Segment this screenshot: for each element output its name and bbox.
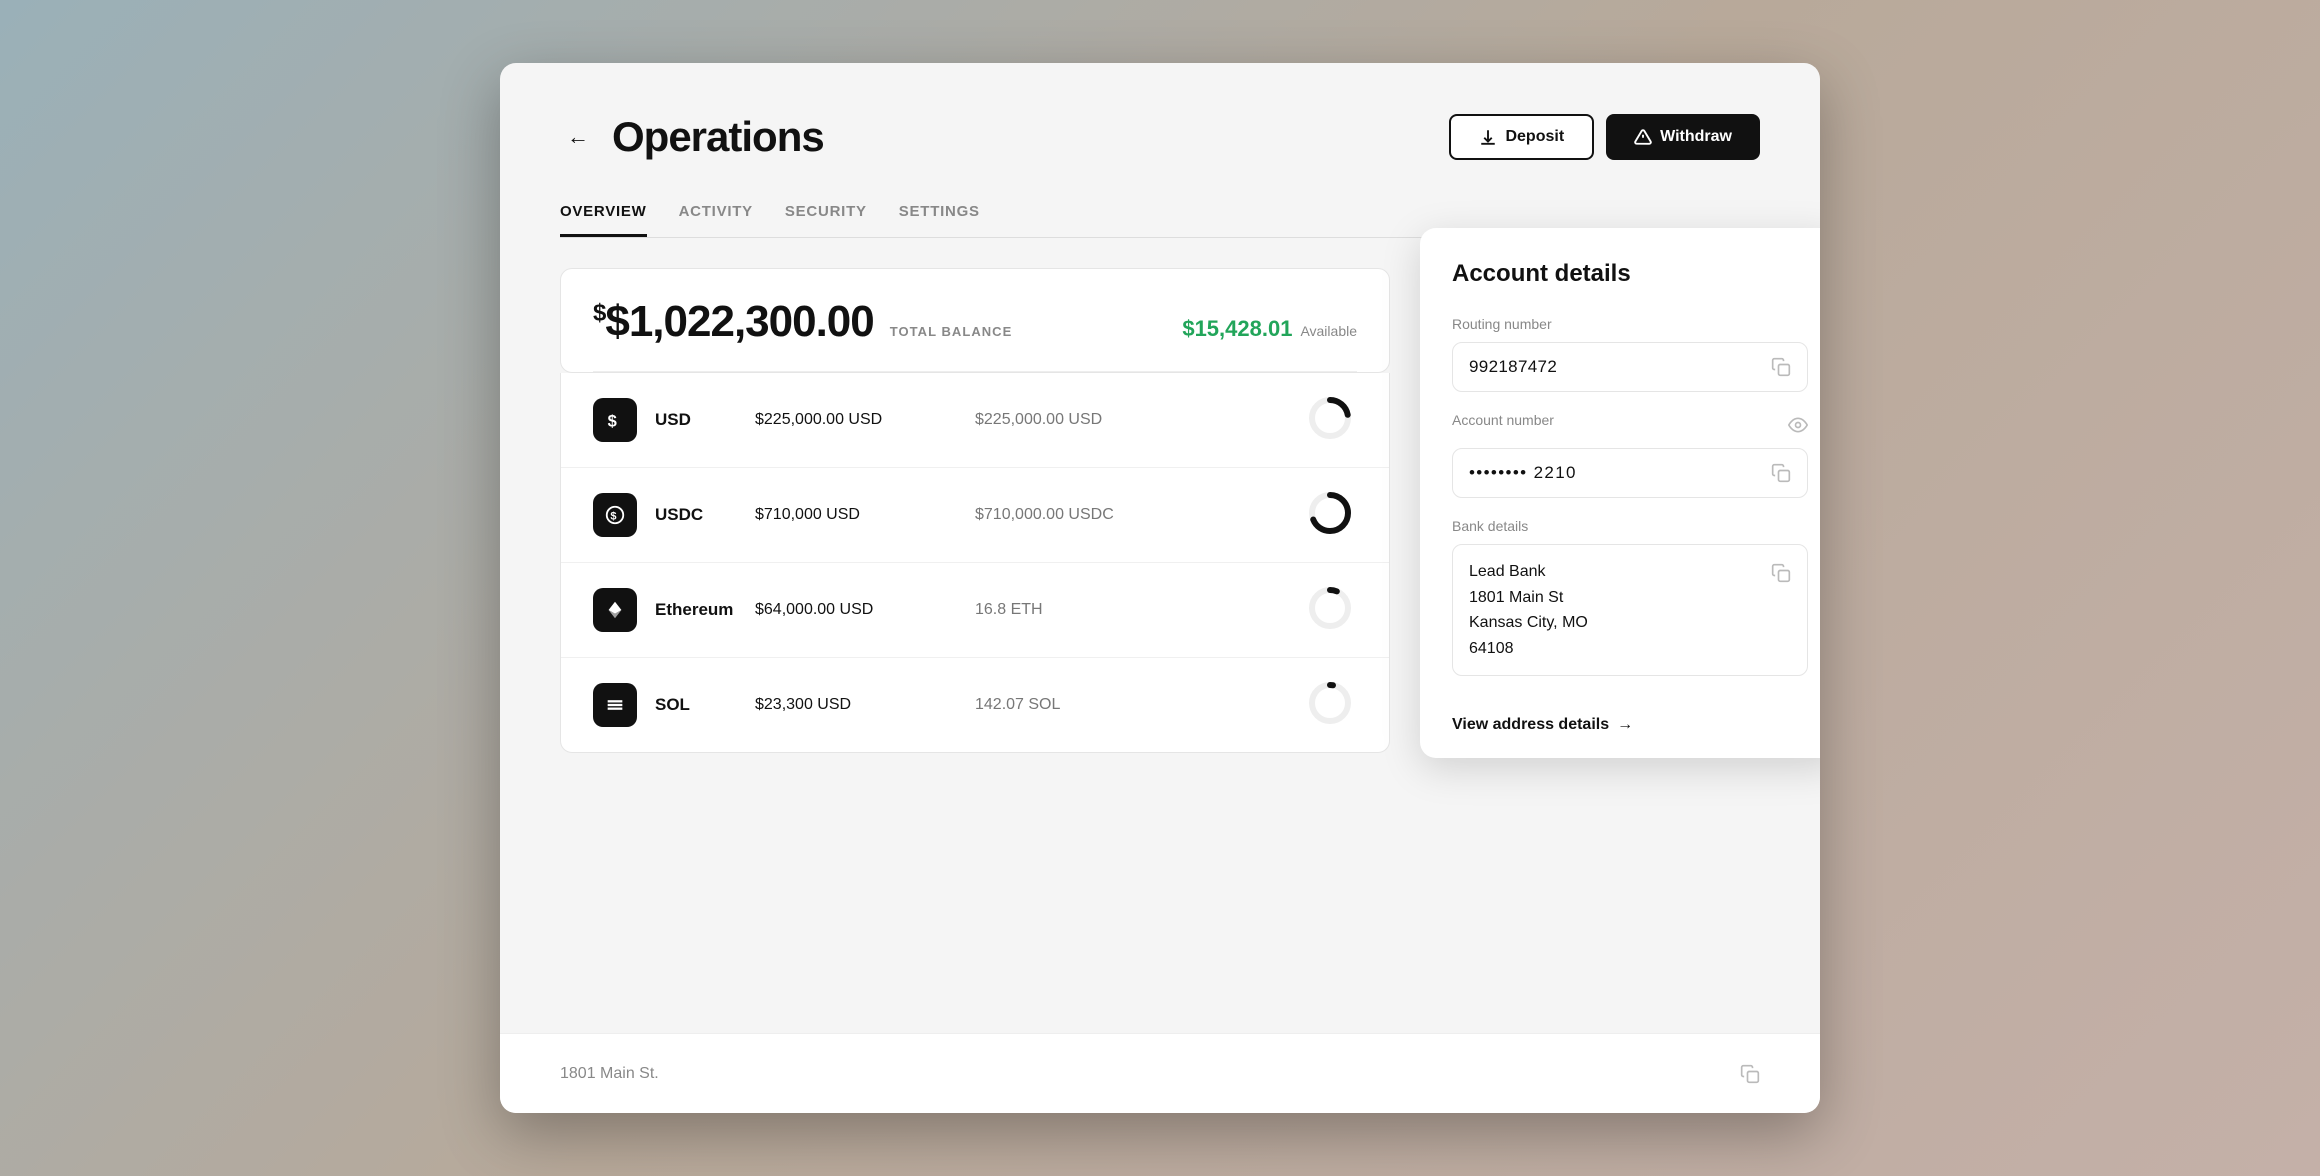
account-number-section: Account number •••••••• 2210 [1452, 412, 1808, 498]
total-balance-amount: $$1,022,300.00 [593, 297, 874, 347]
asset-name-usd: USD [655, 410, 755, 430]
bank-details-label: Bank details [1452, 518, 1808, 534]
panel-title: Account details [1452, 260, 1808, 288]
eth-icon [593, 588, 637, 632]
routing-value: 992187472 [1469, 357, 1557, 377]
bottom-copy-icon[interactable] [1740, 1064, 1760, 1084]
header-actions: Deposit Withdraw [1449, 114, 1760, 160]
svg-text:$: $ [608, 412, 617, 430]
back-button[interactable]: ← [560, 119, 596, 155]
account-copy-icon[interactable] [1771, 463, 1791, 483]
asset-list: $ USD $225,000.00 USD $225,000.00 USD [560, 373, 1390, 753]
view-address-link[interactable]: View address details → [1452, 696, 1808, 734]
withdraw-button[interactable]: Withdraw [1606, 114, 1760, 160]
asset-row-usdc[interactable]: $ USDC $710,000 USD $710,000.00 USDC [561, 468, 1389, 563]
asset-token-usd: $225,000.00 USD [975, 411, 1195, 429]
sol-lines-icon [604, 694, 626, 716]
bank-details-section: Bank details Lead Bank1801 Main StKansas… [1452, 518, 1808, 676]
deposit-button[interactable]: Deposit [1449, 114, 1594, 160]
account-number-field: •••••••• 2210 [1452, 448, 1808, 498]
asset-chart-usdc [1307, 490, 1357, 540]
asset-row-usd[interactable]: $ USD $225,000.00 USD $225,000.00 USD [561, 373, 1389, 468]
sol-icon [593, 683, 637, 727]
asset-usd-usd: $225,000.00 USD [755, 411, 975, 429]
routing-copy-icon[interactable] [1771, 357, 1791, 377]
tab-activity[interactable]: ACTIVITY [679, 191, 753, 237]
asset-chart-eth [1307, 585, 1357, 635]
asset-name-usdc: USDC [655, 505, 755, 525]
asset-name-eth: Ethereum [655, 600, 755, 620]
bank-address: Lead Bank1801 Main StKansas City, MO6410… [1469, 559, 1588, 661]
account-details-panel: Account details Routing number 992187472… [1420, 228, 1820, 758]
dollar-sign-icon: $ [604, 409, 626, 431]
account-number-value: •••••••• 2210 [1469, 463, 1577, 483]
asset-usd-sol: $23,300 USD [755, 696, 975, 714]
asset-token-sol: 142.07 SOL [975, 696, 1195, 714]
eth-diamond-icon [604, 599, 626, 621]
asset-usd-usdc: $710,000 USD [755, 506, 975, 524]
available-label: Available [1300, 323, 1357, 339]
asset-name-sol: SOL [655, 695, 755, 715]
asset-chart-sol [1307, 680, 1357, 730]
available-amount: $15,428.01 [1182, 316, 1292, 342]
usd-icon: $ [593, 398, 637, 442]
routing-label: Routing number [1452, 316, 1808, 332]
warning-icon [1634, 128, 1652, 146]
usdc-sign-icon: $ [604, 504, 626, 526]
account-visibility-icon[interactable] [1788, 415, 1808, 435]
bottom-strip: 1801 Main St. [500, 1033, 1820, 1113]
asset-chart-usd [1307, 395, 1357, 445]
bottom-address-text: 1801 Main St. [560, 1065, 659, 1083]
asset-row-sol[interactable]: SOL $23,300 USD 142.07 SOL [561, 658, 1389, 752]
routing-field: 992187472 [1452, 342, 1808, 392]
asset-token-usdc: $710,000.00 USDC [975, 506, 1195, 524]
bank-details-field: Lead Bank1801 Main StKansas City, MO6410… [1452, 544, 1808, 676]
tab-security[interactable]: SECURITY [785, 191, 867, 237]
asset-token-eth: 16.8 ETH [975, 601, 1195, 619]
tab-overview[interactable]: OVERVIEW [560, 191, 647, 237]
page-title: Operations [612, 113, 824, 161]
usdc-icon: $ [593, 493, 637, 537]
svg-text:$: $ [610, 511, 616, 523]
account-number-label: Account number [1452, 412, 1554, 428]
asset-usd-eth: $64,000.00 USD [755, 601, 975, 619]
bank-copy-icon[interactable] [1771, 563, 1791, 583]
tab-settings[interactable]: SETTINGS [899, 191, 980, 237]
download-icon [1479, 128, 1497, 146]
routing-section: Routing number 992187472 [1452, 316, 1808, 392]
total-balance-label: TOTAL BALANCE [890, 324, 1013, 339]
page-header: ← Operations Deposit Withd [560, 113, 1760, 161]
balance-card: $$1,022,300.00 TOTAL BALANCE $15,428.01 … [560, 268, 1390, 373]
asset-row-eth[interactable]: Ethereum $64,000.00 USD 16.8 ETH [561, 563, 1389, 658]
